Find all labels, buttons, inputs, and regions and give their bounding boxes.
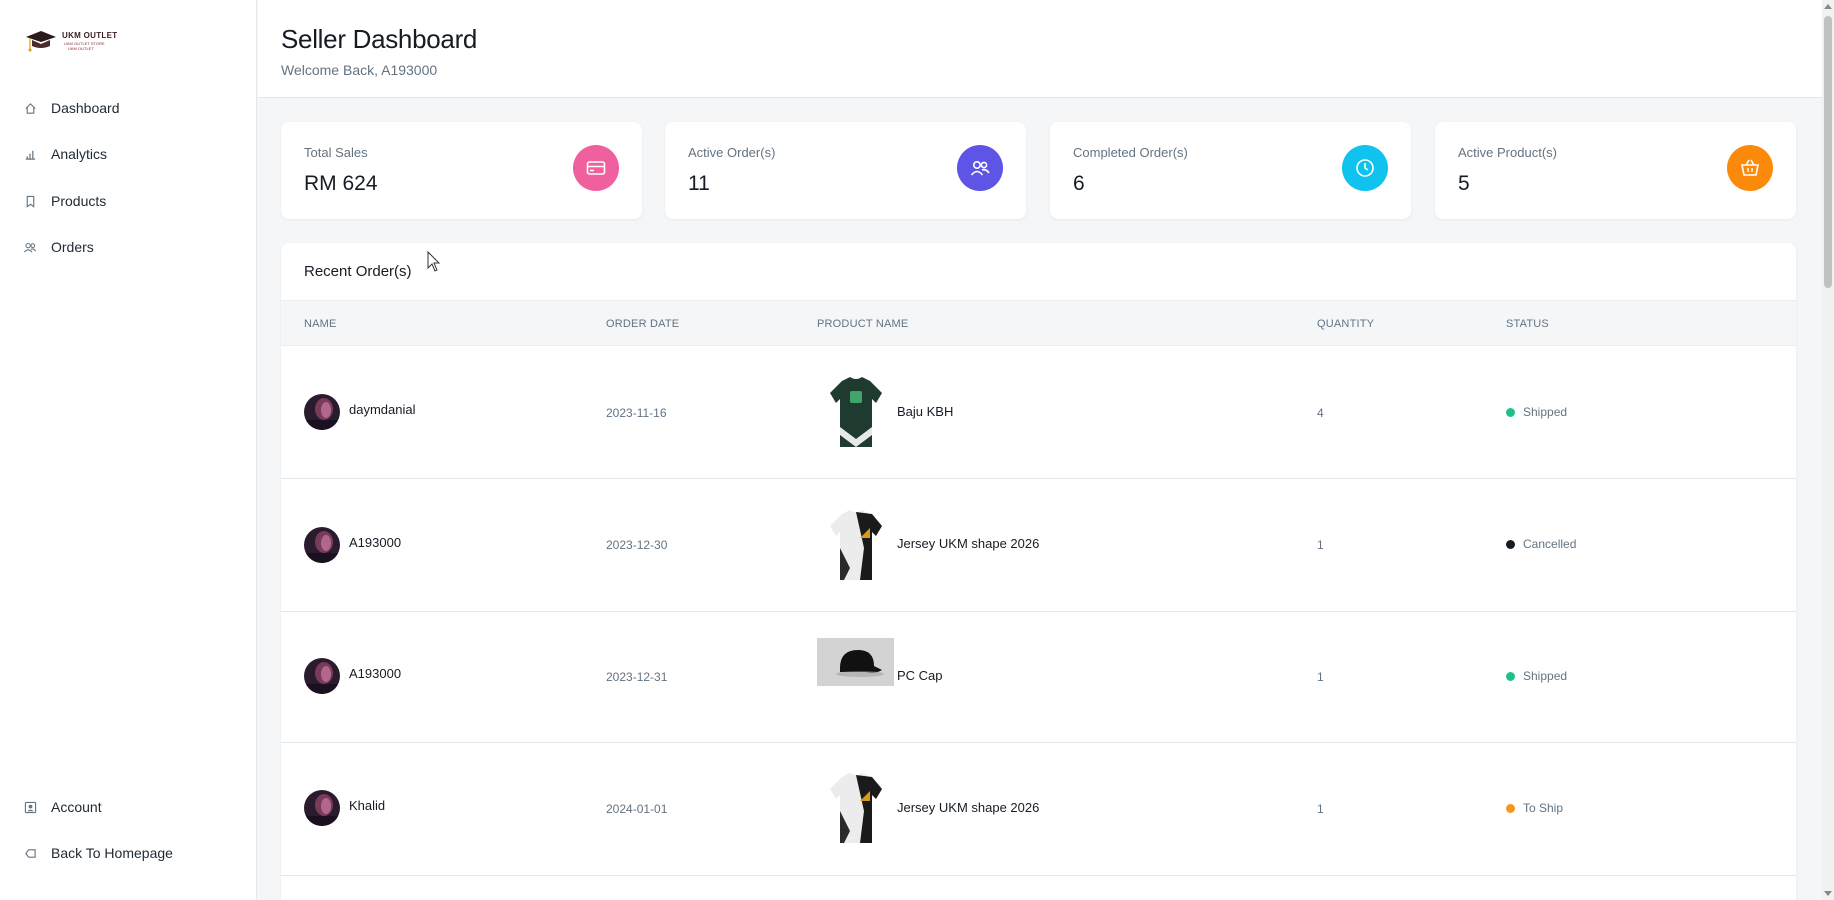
- brand-name: UKM OUTLET: [62, 31, 118, 40]
- status-badge: To Ship: [1506, 801, 1563, 815]
- order-quantity: 1: [1317, 802, 1324, 816]
- column-header-status: STATUS: [1506, 318, 1549, 330]
- order-date: 2023-12-31: [606, 670, 668, 684]
- order-date: 2023-11-16: [606, 406, 667, 420]
- brand-tagline-2: UKM OUTLET: [68, 46, 94, 51]
- order-date: 2024-01-01: [606, 802, 668, 816]
- stat-card-total-sales: Total Sales RM 624: [281, 122, 642, 219]
- order-customer-name: A193000: [349, 535, 402, 550]
- users-icon: [957, 145, 1003, 191]
- page-scrollbar[interactable]: [1822, 0, 1834, 900]
- status-dot: [1506, 407, 1515, 417]
- recent-orders-title: Recent Order(s): [304, 263, 412, 280]
- sidebar-item-orders[interactable]: Orders: [0, 229, 257, 265]
- product-image: [817, 507, 895, 585]
- table-row[interactable]: A193000 2023-12-30 Jersey UKM shape 2026…: [281, 479, 1796, 612]
- status-badge: Shipped: [1506, 405, 1567, 419]
- order-quantity: 1: [1317, 670, 1324, 684]
- status-label: Cancelled: [1523, 537, 1577, 551]
- back-icon: [23, 846, 37, 860]
- mouse-cursor-icon: [427, 251, 441, 272]
- stat-label: Active Product(s): [1458, 145, 1557, 160]
- stat-value: 5: [1458, 172, 1470, 195]
- cart-icon: [1727, 145, 1773, 191]
- status-badge: Cancelled: [1506, 537, 1576, 551]
- order-product-name: PC Cap: [897, 668, 943, 683]
- order-quantity: 1: [1317, 538, 1324, 552]
- sidebar-item-analytics[interactable]: Analytics: [0, 136, 257, 172]
- column-header-product-name: PRODUCT NAME: [817, 318, 909, 330]
- column-header-order-date: ORDER DATE: [606, 318, 680, 330]
- sidebar-item-back-to-homepage[interactable]: Back To Homepage: [0, 835, 257, 871]
- status-label: Shipped: [1523, 405, 1568, 419]
- stat-label: Completed Order(s): [1073, 145, 1188, 160]
- stat-value: 6: [1073, 172, 1085, 195]
- sidebar-item-label: Orders: [51, 239, 94, 255]
- stat-card-completed-orders: Completed Order(s) 6: [1050, 122, 1411, 219]
- status-dot: [1506, 671, 1515, 681]
- table-row[interactable]: daymdanial 2023-11-16 Baju KBH 4 Shipped: [281, 346, 1796, 479]
- scroll-down-arrow-icon[interactable]: [1824, 891, 1832, 896]
- avatar: [304, 790, 340, 826]
- avatar: [304, 658, 340, 694]
- recent-orders-panel: Recent Order(s) NAME ORDER DATE PRODUCT …: [281, 243, 1796, 900]
- table-header: NAME ORDER DATE PRODUCT NAME QUANTITY ST…: [281, 300, 1796, 346]
- order-product-name: Jersey UKM shape 2026: [897, 536, 1040, 551]
- order-customer-name: A193000: [349, 666, 402, 681]
- table-row[interactable]: A193000 2023-12-31 PC Cap 1 Shipped: [281, 612, 1796, 743]
- table-row[interactable]: Khalid 2024-01-01 Jersey UKM shape 2026 …: [281, 743, 1796, 876]
- bookmark-icon: [23, 194, 37, 208]
- account-icon: [23, 800, 37, 814]
- product-image: [817, 374, 895, 452]
- order-product-name: Baju KBH: [897, 404, 954, 419]
- sidebar-item-label: Account: [51, 799, 102, 815]
- credit-card-icon: [573, 145, 619, 191]
- home-icon: [23, 101, 37, 115]
- product-image: [817, 638, 894, 686]
- sidebar-item-dashboard[interactable]: Dashboard: [0, 90, 257, 126]
- scroll-up-arrow-icon[interactable]: [1824, 4, 1832, 9]
- sidebar-item-label: Back To Homepage: [51, 845, 173, 861]
- avatar: [304, 394, 340, 430]
- bar-chart-icon: [23, 147, 37, 161]
- sidebar-item-label: Products: [51, 193, 107, 209]
- order-customer-name: daymdanial: [349, 402, 416, 417]
- page-subtitle: Welcome Back, A193000: [281, 62, 438, 78]
- column-header-quantity: QUANTITY: [1317, 318, 1375, 330]
- users-icon: [23, 240, 37, 254]
- order-quantity: 4: [1317, 406, 1324, 420]
- scrollbar-thumb[interactable]: [1824, 16, 1832, 288]
- graduation-cap-icon: [26, 31, 56, 52]
- page-title: Seller Dashboard: [281, 24, 478, 54]
- sidebar-item-label: Analytics: [51, 146, 108, 162]
- column-header-name: NAME: [304, 318, 337, 330]
- status-dot: [1506, 539, 1515, 549]
- status-dot: [1506, 803, 1515, 813]
- stat-label: Total Sales: [304, 145, 368, 160]
- status-badge: Shipped: [1506, 669, 1567, 683]
- status-label: To Ship: [1523, 801, 1564, 815]
- stat-card-active-orders: Active Order(s) 11: [665, 122, 1026, 219]
- product-image: [817, 770, 895, 848]
- sidebar: UKM OUTLET UKM OUTLET STORE UKM OUTLET D…: [0, 0, 257, 900]
- sidebar-item-account[interactable]: Account: [0, 789, 257, 825]
- stat-card-active-products: Active Product(s) 5: [1435, 122, 1796, 219]
- stat-value: 11: [688, 172, 710, 195]
- stat-label: Active Order(s): [688, 145, 776, 160]
- brand-logo[interactable]: UKM OUTLET UKM OUTLET STORE UKM OUTLET: [24, 26, 120, 56]
- sidebar-item-label: Dashboard: [51, 100, 120, 116]
- order-date: 2023-12-30: [606, 538, 668, 552]
- status-label: Shipped: [1523, 669, 1568, 683]
- stat-value: RM 624: [304, 172, 378, 195]
- clock-icon: [1342, 145, 1388, 191]
- avatar: [304, 527, 340, 563]
- order-product-name: Jersey UKM shape 2026: [897, 800, 1040, 815]
- order-customer-name: Khalid: [349, 798, 386, 813]
- sidebar-item-products[interactable]: Products: [0, 183, 257, 219]
- page-header: Seller Dashboard Welcome Back, A193000: [258, 0, 1822, 98]
